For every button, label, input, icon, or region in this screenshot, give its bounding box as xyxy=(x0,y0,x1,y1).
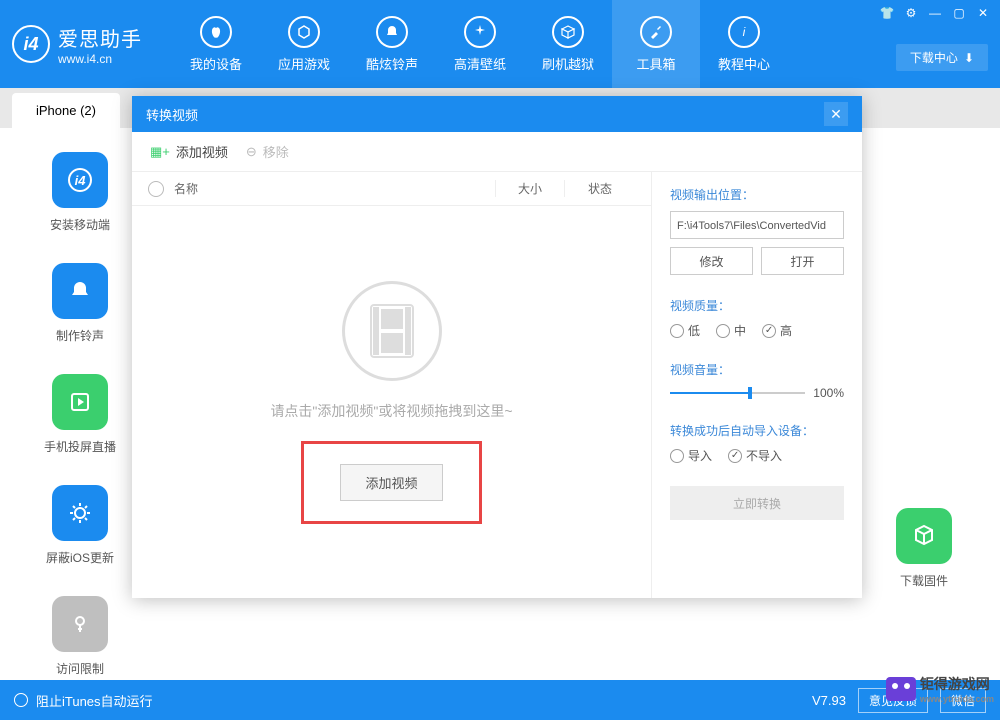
app-header: i4 爱思助手 www.i4.cn 我的设备 应用游戏 酷炫铃声 高清壁纸 刷机… xyxy=(0,0,1000,88)
col-name: 名称 xyxy=(174,180,495,197)
watermark: 钜得游戏网 www.ytruida.com xyxy=(886,674,994,704)
quality-high[interactable]: 高 xyxy=(762,322,792,339)
tool-install-mobile[interactable]: i4安装移动端 xyxy=(50,152,110,233)
dialog-title: 转换视频 xyxy=(146,105,198,124)
cube-icon xyxy=(896,508,952,564)
dialog-titlebar: 转换视频 ✕ xyxy=(132,96,862,132)
nav-my-device[interactable]: 我的设备 xyxy=(172,0,260,88)
gear-icon xyxy=(52,485,108,541)
left-tools-column: i4安装移动端 制作铃声 手机投屏直播 屏蔽iOS更新 访问限制 xyxy=(20,152,140,677)
tool-ringtone[interactable]: 制作铃声 xyxy=(52,263,108,344)
right-tools-column: 下载固件 xyxy=(864,508,984,589)
minimize-button[interactable]: — xyxy=(924,4,946,22)
radio-icon xyxy=(14,693,28,707)
modify-button[interactable]: 修改 xyxy=(670,247,753,275)
watermark-name: 钜得游戏网 xyxy=(920,674,994,694)
status-bar: 阻止iTunes自动运行 V7.93 意见反馈 微信 xyxy=(0,680,1000,720)
watermark-url: www.ytruida.com xyxy=(920,694,994,704)
video-list-pane: 名称 大小 状态 请点击"添加视频"或将视频拖拽到这里~ 添加视频 xyxy=(132,172,652,598)
app-name: 爱思助手 xyxy=(58,23,142,52)
play-icon xyxy=(52,374,108,430)
volume-slider[interactable]: 100% xyxy=(670,386,844,400)
tool-block-update[interactable]: 屏蔽iOS更新 xyxy=(46,485,114,566)
nav-tutorials[interactable]: i教程中心 xyxy=(700,0,788,88)
download-icon: ⬇ xyxy=(964,51,974,65)
logo-text: 爱思助手 www.i4.cn xyxy=(58,23,142,66)
dialog-close-button[interactable]: ✕ xyxy=(824,102,848,126)
tool-restrictions[interactable]: 访问限制 xyxy=(52,596,108,677)
ringtone-icon xyxy=(52,263,108,319)
app-url: www.i4.cn xyxy=(58,52,142,66)
volume-value: 100% xyxy=(813,386,844,400)
dialog-body: 名称 大小 状态 请点击"添加视频"或将视频拖拽到这里~ 添加视频 视频输出位置… xyxy=(132,172,862,598)
nav-wallpapers[interactable]: 高清壁纸 xyxy=(436,0,524,88)
main-nav: 我的设备 应用游戏 酷炫铃声 高清壁纸 刷机越狱 工具箱 i教程中心 xyxy=(172,0,788,88)
tool-screencast[interactable]: 手机投屏直播 xyxy=(44,374,116,455)
box-icon xyxy=(552,16,584,48)
install-icon: i4 xyxy=(52,152,108,208)
svg-text:i: i xyxy=(743,25,746,39)
sparkle-icon xyxy=(464,16,496,48)
add-video-button[interactable]: 添加视频 xyxy=(340,464,442,501)
output-path-field[interactable]: F:\i4Tools7\Files\ConvertedVid xyxy=(670,211,844,239)
download-center-button[interactable]: 下载中心⬇ xyxy=(896,44,988,71)
quality-mid[interactable]: 中 xyxy=(716,322,746,339)
tab-iphone[interactable]: iPhone (2) xyxy=(12,93,120,128)
block-itunes-toggle[interactable]: 阻止iTunes自动运行 xyxy=(14,691,153,710)
store-icon xyxy=(288,16,320,48)
col-status: 状态 xyxy=(565,180,635,197)
skin-button[interactable]: 👕 xyxy=(876,4,898,22)
drop-hint-text: 请点击"添加视频"或将视频拖拽到这里~ xyxy=(270,401,512,421)
volume-label: 视频音量： xyxy=(670,361,844,378)
toolbar-remove[interactable]: ⊖移除 xyxy=(246,142,289,161)
list-header: 名称 大小 状态 xyxy=(132,172,651,206)
bell-icon xyxy=(376,16,408,48)
watermark-icon xyxy=(886,677,916,701)
drop-zone[interactable]: 请点击"添加视频"或将视频拖拽到这里~ 添加视频 xyxy=(132,206,651,598)
svg-text:i4: i4 xyxy=(75,173,87,188)
nav-ringtones[interactable]: 酷炫铃声 xyxy=(348,0,436,88)
info-icon: i xyxy=(728,16,760,48)
nav-toolbox[interactable]: 工具箱 xyxy=(612,0,700,88)
convert-now-button[interactable]: 立即转换 xyxy=(670,486,844,520)
open-button[interactable]: 打开 xyxy=(761,247,844,275)
apple-icon xyxy=(200,16,232,48)
version-label: V7.93 xyxy=(812,693,846,708)
add-icon: ▦+ xyxy=(150,144,170,160)
settings-pane: 视频输出位置： F:\i4Tools7\Files\ConvertedVid 修… xyxy=(652,172,862,598)
col-size: 大小 xyxy=(495,180,565,197)
window-controls: 👕 ⚙ — ▢ ✕ xyxy=(876,4,994,22)
convert-video-dialog: 转换视频 ✕ ▦+添加视频 ⊖移除 名称 大小 状态 请点击"添加视频"或将视频… xyxy=(132,96,862,598)
highlight-box: 添加视频 xyxy=(301,441,481,524)
film-icon xyxy=(342,281,442,381)
key-icon xyxy=(52,596,108,652)
close-button[interactable]: ✕ xyxy=(972,4,994,22)
logo-area: i4 爱思助手 www.i4.cn xyxy=(12,23,142,66)
nav-apps[interactable]: 应用游戏 xyxy=(260,0,348,88)
autoimport-no[interactable]: 不导入 xyxy=(728,447,782,464)
quality-low[interactable]: 低 xyxy=(670,322,700,339)
dialog-toolbar: ▦+添加视频 ⊖移除 xyxy=(132,132,862,172)
tools-icon xyxy=(640,16,672,48)
autoimport-label: 转换成功后自动导入设备： xyxy=(670,422,844,439)
tool-download-firmware[interactable]: 下载固件 xyxy=(896,508,952,589)
settings-button[interactable]: ⚙ xyxy=(900,4,922,22)
autoimport-yes[interactable]: 导入 xyxy=(670,447,712,464)
output-path-label: 视频输出位置： xyxy=(670,186,844,203)
maximize-button[interactable]: ▢ xyxy=(948,4,970,22)
nav-jailbreak[interactable]: 刷机越狱 xyxy=(524,0,612,88)
select-all-checkbox[interactable] xyxy=(148,181,164,197)
remove-icon: ⊖ xyxy=(246,144,257,160)
quality-label: 视频质量： xyxy=(670,297,844,314)
logo-icon: i4 xyxy=(12,25,50,63)
toolbar-add-video[interactable]: ▦+添加视频 xyxy=(150,142,228,161)
